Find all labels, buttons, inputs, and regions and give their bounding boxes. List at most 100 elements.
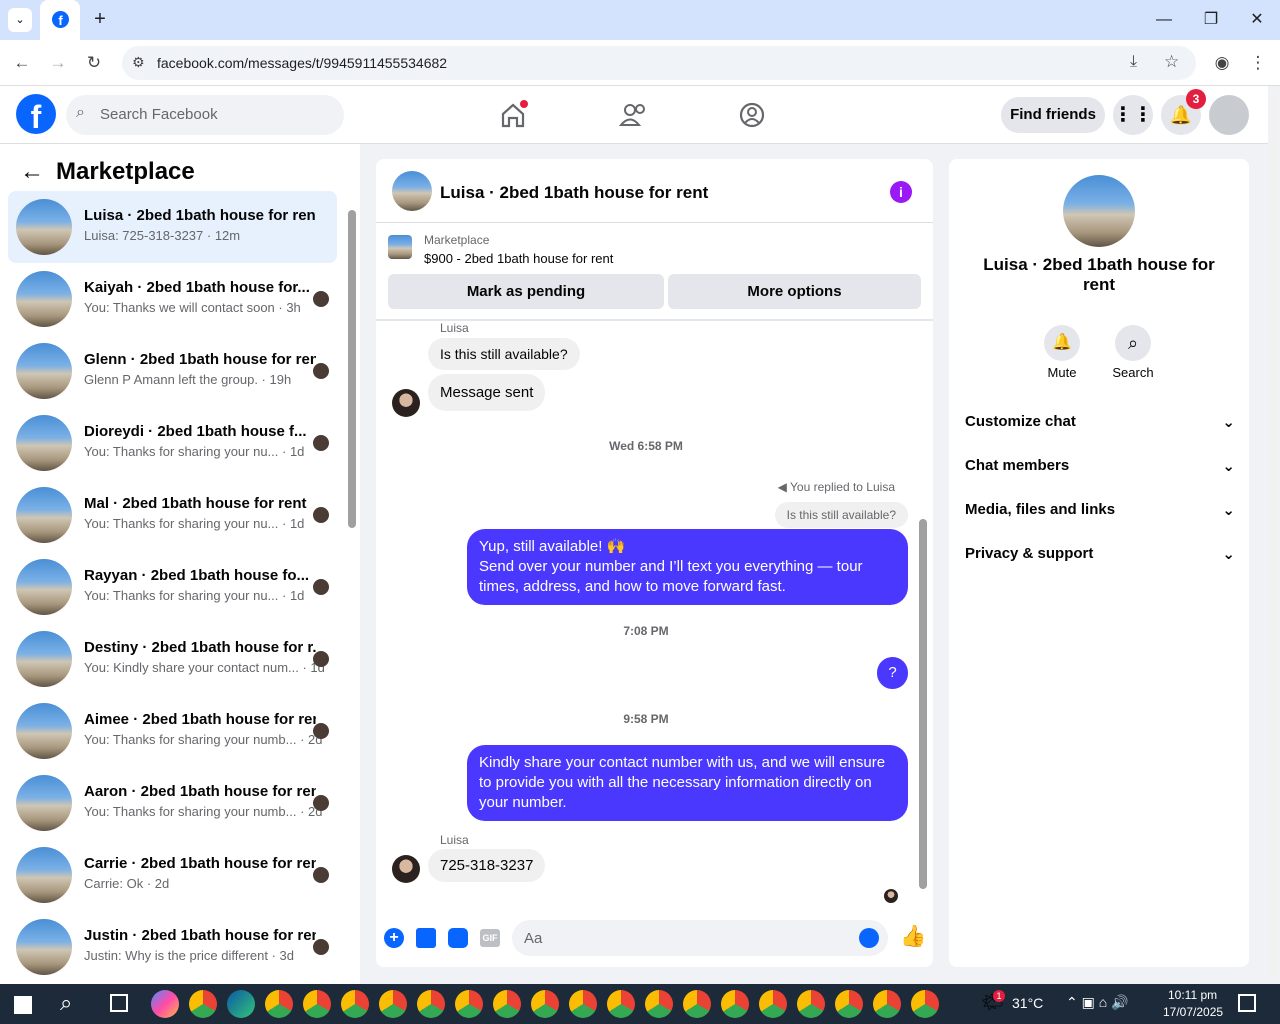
customize-chat-item[interactable]: Customize chat ⌄ bbox=[965, 413, 1235, 431]
sender-avatar[interactable] bbox=[392, 389, 420, 417]
incoming-message[interactable]: Is this still available? bbox=[428, 338, 580, 370]
incoming-message[interactable]: 725-318-3237 bbox=[428, 849, 546, 882]
start-icon[interactable] bbox=[14, 996, 32, 1014]
chrome-profile-icon[interactable] bbox=[759, 990, 787, 1018]
listing-title[interactable]: $900 - 2bed 1bath house for rent bbox=[424, 251, 613, 266]
profile-icon[interactable]: ◉ bbox=[1210, 51, 1234, 75]
quoted-message[interactable]: Is this still available? bbox=[774, 502, 908, 528]
install-icon[interactable]: ⤓ bbox=[1130, 53, 1137, 71]
forward-icon[interactable]: → bbox=[46, 51, 70, 75]
conversation-title: Luisa · 2bed 1bath house for rent bbox=[84, 207, 316, 224]
find-friends-button[interactable]: Find friends bbox=[1001, 97, 1105, 133]
tab-facebook[interactable]: f bbox=[40, 0, 80, 40]
conversation-item[interactable]: Carrie · 2bed 1bath house for rent Carrie… bbox=[8, 839, 337, 911]
chrome-profile-icon[interactable] bbox=[379, 990, 407, 1018]
groups-icon[interactable] bbox=[737, 100, 767, 130]
home-icon[interactable] bbox=[498, 100, 528, 130]
gif-icon[interactable]: GIF bbox=[480, 929, 500, 947]
close-icon[interactable]: ✕ bbox=[1243, 8, 1271, 32]
menu-grid-icon[interactable]: ⋮⋮ bbox=[1113, 95, 1153, 135]
notification-center-icon[interactable] bbox=[1238, 994, 1256, 1012]
image-icon[interactable] bbox=[416, 928, 436, 948]
chrome-profile-icon[interactable] bbox=[683, 990, 711, 1018]
chrome-profile-icon[interactable] bbox=[835, 990, 863, 1018]
message-input[interactable]: Aa bbox=[512, 920, 888, 956]
info-icon[interactable]: i bbox=[890, 181, 912, 203]
weather-temp[interactable]: 31°C bbox=[1012, 995, 1043, 1011]
conversation-item[interactable]: Justin · 2bed 1bath house for rent Justin… bbox=[8, 911, 337, 983]
chat-title[interactable]: Luisa · 2bed 1bath house for rent bbox=[440, 183, 708, 203]
tray-icons[interactable]: ⌃ ▣ ⌂ 🔊 bbox=[1066, 994, 1129, 1011]
chat-members-item[interactable]: Chat members ⌄ bbox=[965, 457, 1235, 475]
details-avatar[interactable] bbox=[1063, 175, 1135, 247]
privacy-support-item[interactable]: Privacy & support ⌄ bbox=[965, 545, 1235, 563]
emoji-icon[interactable] bbox=[859, 928, 879, 948]
new-tab-button[interactable]: + bbox=[88, 8, 112, 32]
chrome-profile-icon[interactable] bbox=[645, 990, 673, 1018]
sender-avatar[interactable] bbox=[392, 855, 420, 883]
search-icon[interactable]: ⌕ bbox=[60, 990, 72, 1016]
conversation-preview: Glenn P Amann left the group. · 19h bbox=[84, 372, 292, 387]
menu-kebab-icon[interactable]: ⋮ bbox=[1246, 51, 1270, 75]
clock-date[interactable]: 17/07/2025 bbox=[1163, 1005, 1223, 1019]
plus-icon[interactable]: + bbox=[384, 928, 404, 948]
chrome-profile-icon[interactable] bbox=[493, 990, 521, 1018]
reload-icon[interactable]: ↻ bbox=[82, 51, 106, 75]
chrome-icon[interactable] bbox=[189, 990, 217, 1018]
conversation-item[interactable]: Mal · 2bed 1bath house for rent You: Than… bbox=[8, 479, 337, 551]
bookmark-star-icon[interactable]: ☆ bbox=[1164, 52, 1179, 72]
edge-icon[interactable] bbox=[227, 990, 255, 1018]
address-bar[interactable]: ⚙ facebook.com/messages/t/99459114555346… bbox=[122, 46, 1196, 80]
conversation-item[interactable]: Aimee · 2bed 1bath house for rent You: Th… bbox=[8, 695, 337, 767]
mute-button[interactable]: 🔔 bbox=[1044, 325, 1080, 361]
outgoing-message[interactable]: Yup, still available! 🙌 Send over your n… bbox=[467, 529, 908, 605]
list-scrollbar[interactable] bbox=[348, 210, 356, 528]
task-view-icon[interactable] bbox=[110, 994, 128, 1012]
conversation-item[interactable]: Luisa · 2bed 1bath house for rent Luisa: … bbox=[8, 191, 337, 263]
chrome-profile-icon[interactable] bbox=[303, 990, 331, 1018]
facebook-logo-icon[interactable]: f bbox=[16, 94, 56, 134]
chat-avatar[interactable] bbox=[392, 171, 432, 211]
conversation-item[interactable]: Aaron · 2bed 1bath house for rent You: Th… bbox=[8, 767, 337, 839]
chrome-profile-icon[interactable] bbox=[417, 990, 445, 1018]
clock-time[interactable]: 10:11 pm bbox=[1168, 988, 1217, 1002]
conversation-item[interactable]: Rayyan · 2bed 1bath house fo... You: Than… bbox=[8, 551, 337, 623]
back-arrow-icon[interactable]: ← bbox=[20, 158, 44, 186]
chrome-profile-icon[interactable] bbox=[797, 990, 825, 1018]
chrome-profile-icon[interactable] bbox=[455, 990, 483, 1018]
chrome-profile-icon[interactable] bbox=[911, 990, 939, 1018]
conversation-item[interactable]: Destiny · 2bed 1bath house for r... You: … bbox=[8, 623, 337, 695]
conversation-item[interactable]: Dioreydi · 2bed 1bath house f... You: Tha… bbox=[8, 407, 337, 479]
more-options-button[interactable]: More options bbox=[668, 274, 921, 309]
conversation-item[interactable]: Kaiyah · 2bed 1bath house for... You: Tha… bbox=[8, 263, 337, 335]
chrome-profile-icon[interactable] bbox=[265, 990, 293, 1018]
mark-pending-button[interactable]: Mark as pending bbox=[388, 274, 664, 309]
chrome-profile-icon[interactable] bbox=[569, 990, 597, 1018]
sticker-icon[interactable] bbox=[448, 928, 468, 948]
like-icon[interactable]: 👍 bbox=[900, 925, 926, 949]
copilot-icon[interactable] bbox=[151, 990, 179, 1018]
chrome-profile-icon[interactable] bbox=[607, 990, 635, 1018]
back-icon[interactable]: ← bbox=[10, 51, 34, 75]
tab-search-icon[interactable]: ⌄ bbox=[8, 8, 32, 32]
site-settings-icon[interactable]: ⚙ bbox=[132, 54, 145, 71]
chrome-profile-icon[interactable] bbox=[721, 990, 749, 1018]
search-conversation-button[interactable]: ⌕ bbox=[1115, 325, 1151, 361]
listing-thumbnail[interactable] bbox=[388, 235, 412, 259]
minimize-icon[interactable]: — bbox=[1150, 8, 1178, 32]
page-scrollbar[interactable] bbox=[1270, 96, 1278, 976]
conversation-item[interactable]: Glenn · 2bed 1bath house for rent Glenn P… bbox=[8, 335, 337, 407]
restore-icon[interactable]: ❐ bbox=[1197, 8, 1225, 32]
search-input[interactable]: ⌕ Search Facebook bbox=[66, 95, 344, 135]
conversation-avatar bbox=[16, 775, 72, 831]
incoming-message[interactable]: Message sent bbox=[428, 374, 546, 411]
chrome-profile-icon[interactable] bbox=[873, 990, 901, 1018]
chrome-profile-icon[interactable] bbox=[531, 990, 559, 1018]
media-files-item[interactable]: Media, files and links ⌄ bbox=[965, 501, 1235, 519]
outgoing-message[interactable]: ? bbox=[877, 657, 908, 689]
thread-scrollbar[interactable] bbox=[919, 519, 927, 889]
friends-icon[interactable] bbox=[618, 100, 648, 130]
account-avatar[interactable] bbox=[1209, 95, 1249, 135]
chrome-profile-icon[interactable] bbox=[341, 990, 369, 1018]
outgoing-message[interactable]: Kindly share your contact number with us… bbox=[467, 745, 908, 821]
